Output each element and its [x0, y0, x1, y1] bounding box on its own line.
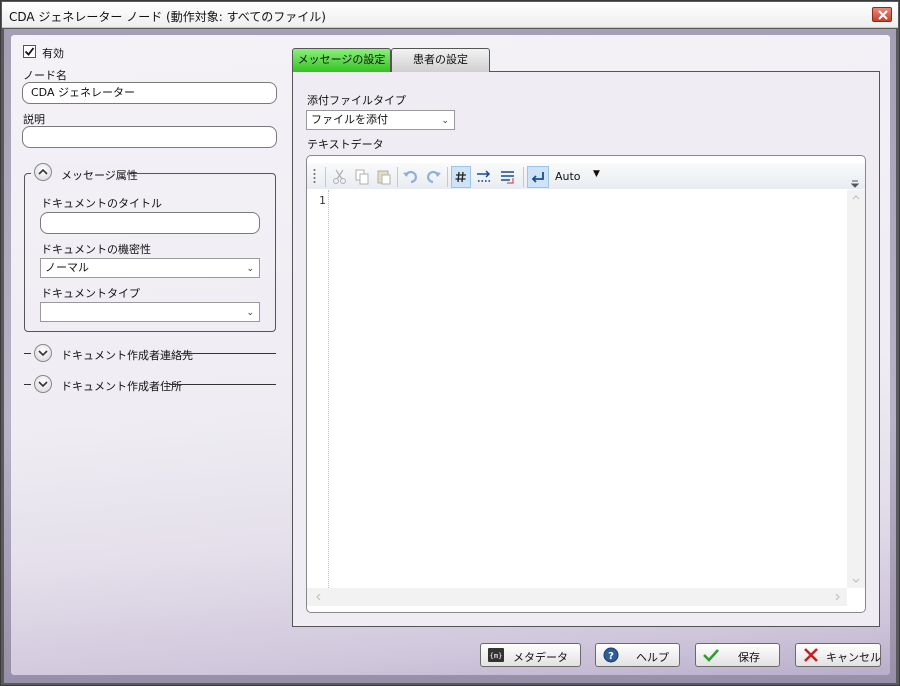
chevron-down-icon: ⌄	[246, 308, 254, 318]
doc-title-input[interactable]	[40, 212, 260, 234]
wrap-mode-value: Auto	[555, 170, 581, 183]
description-input[interactable]	[22, 126, 277, 148]
word-wrap-toggle[interactable]	[527, 166, 549, 188]
indent-guides-icon[interactable]	[499, 168, 517, 186]
node-name-input[interactable]: CDA ジェネレーター	[22, 82, 277, 104]
scroll-right-icon[interactable]	[835, 593, 841, 601]
editor-text-area[interactable]	[333, 192, 843, 582]
cut-icon[interactable]	[331, 168, 349, 186]
cancel-button[interactable]: キャンセル	[795, 643, 881, 667]
author-address-expander[interactable]	[34, 375, 52, 393]
line-number-gutter	[307, 190, 329, 588]
chevron-down-icon	[38, 381, 48, 388]
toolbar-separator	[523, 167, 524, 187]
hash-icon	[455, 171, 466, 183]
word-wrap-icon	[531, 172, 544, 183]
save-button-label: 保存	[738, 651, 760, 664]
enabled-label: 有効	[42, 47, 64, 60]
metadata-button-label: メタデータ	[513, 651, 568, 664]
text-data-label: テキストデータ	[307, 138, 384, 151]
horizontal-scrollbar[interactable]	[307, 588, 847, 606]
cancel-button-label: キャンセル	[826, 651, 881, 664]
svg-text:?: ?	[608, 651, 614, 662]
confidentiality-label: ドキュメントの機密性	[41, 243, 151, 256]
attachment-type-value: ファイルを添付	[311, 113, 388, 126]
vertical-scrollbar[interactable]	[847, 190, 865, 588]
redo-icon[interactable]	[424, 168, 442, 186]
dialog-window: CDA ジェネレーター ノード (動作対象: すべてのファイル) 有効 ノード名…	[0, 0, 900, 686]
chevron-down-icon	[38, 350, 48, 357]
confidentiality-select[interactable]: ノーマル ⌄	[40, 258, 260, 278]
enabled-checkbox[interactable]	[23, 45, 36, 58]
author-address-header: ドキュメント作成者住所	[61, 380, 182, 393]
paste-icon[interactable]	[375, 168, 393, 186]
doc-title-label: ドキュメントのタイトル	[41, 197, 162, 210]
checkmark-icon	[703, 649, 719, 662]
scroll-down-icon[interactable]	[852, 578, 860, 584]
svg-text:{m}: {m}	[490, 652, 503, 660]
toolbar-separator	[447, 167, 448, 187]
attachment-type-select[interactable]: ファイルを添付 ⌄	[306, 110, 455, 130]
toolbar-separator	[397, 167, 398, 187]
show-whitespace-icon[interactable]	[476, 168, 494, 186]
metadata-button[interactable]: {m} メタデータ	[480, 643, 581, 667]
window-title: CDA ジェネレーター ノード (動作対象: すべてのファイル)	[9, 10, 326, 24]
message-attributes-header: メッセージ属性	[61, 169, 138, 182]
tab-patient-settings[interactable]: 患者の設定	[391, 48, 490, 72]
title-bar[interactable]: CDA ジェネレーター ノード (動作対象: すべてのファイル)	[2, 2, 898, 28]
help-button-label: ヘルプ	[636, 651, 669, 664]
text-data-editor[interactable]: Auto ▼ 1	[306, 155, 866, 613]
x-icon	[804, 648, 818, 662]
help-icon: ?	[603, 647, 619, 663]
attachment-type-label: 添付ファイルタイプ	[307, 94, 406, 107]
description-label: 説明	[23, 113, 45, 126]
doc-type-select[interactable]: ⌄	[40, 302, 260, 322]
copy-icon[interactable]	[353, 168, 371, 186]
toolbar-grip-icon[interactable]	[313, 167, 316, 187]
chevron-down-icon: ⌄	[441, 116, 449, 126]
chevron-down-icon: ⌄	[246, 264, 254, 274]
toolbar-separator	[325, 167, 326, 187]
scroll-up-icon[interactable]	[852, 194, 860, 200]
separator	[24, 353, 31, 354]
checkmark-icon	[24, 47, 35, 56]
line-number: 1	[319, 194, 326, 207]
separator	[169, 384, 276, 385]
chevron-up-icon	[38, 168, 48, 175]
doc-type-label: ドキュメントタイプ	[41, 287, 140, 300]
toolbar-overflow-icon[interactable]	[851, 180, 859, 188]
tab-message-settings[interactable]: メッセージの設定	[292, 48, 391, 72]
author-contact-expander[interactable]	[34, 344, 52, 362]
editor-toolbar: Auto ▼	[307, 163, 865, 189]
metadata-icon: {m}	[488, 648, 504, 662]
dropdown-arrow-icon: ▼	[593, 169, 600, 179]
wrap-mode-select[interactable]: Auto ▼	[551, 167, 603, 187]
line-numbers-toggle[interactable]	[451, 166, 471, 188]
save-button[interactable]: 保存	[695, 643, 780, 667]
scroll-left-icon[interactable]	[315, 593, 321, 601]
node-name-label: ノード名	[23, 69, 67, 82]
author-contact-header: ドキュメント作成者連絡先	[61, 349, 193, 362]
close-button[interactable]	[872, 7, 892, 22]
message-attributes-expander[interactable]	[34, 163, 52, 181]
separator	[24, 384, 31, 385]
confidentiality-value: ノーマル	[45, 261, 89, 274]
help-button[interactable]: ? ヘルプ	[595, 643, 680, 667]
close-icon	[878, 10, 888, 20]
undo-icon[interactable]	[402, 168, 420, 186]
separator	[181, 353, 276, 354]
